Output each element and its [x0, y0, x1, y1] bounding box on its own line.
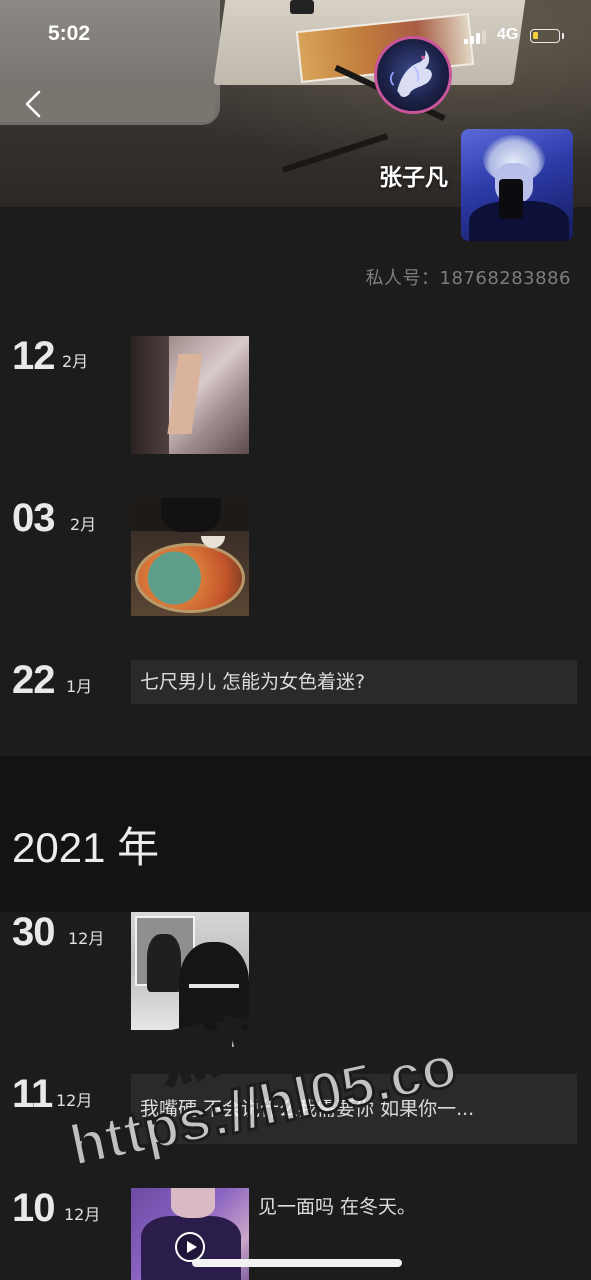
back-button[interactable]: [18, 86, 50, 122]
year-header: 2021 年: [12, 824, 160, 871]
dragon-emblem-icon: [389, 50, 432, 97]
entry-day: 12: [12, 334, 55, 378]
entry-day: 11: [12, 1072, 53, 1116]
video-caption[interactable]: 见一面吗 在冬天。: [258, 1192, 416, 1219]
chevron-left-icon: [25, 90, 41, 118]
profile-name[interactable]: 张子凡: [379, 158, 448, 192]
mirror-selfie-photo[interactable]: [131, 912, 249, 1030]
entry-month: 1月: [66, 677, 93, 696]
battery-fill: [533, 32, 538, 39]
entry-day: 10: [12, 1186, 55, 1230]
entry-day: 03: [12, 496, 55, 540]
hotpot-photo[interactable]: [131, 498, 249, 616]
entry-day: 22: [12, 658, 55, 702]
moments-profile-screen: 5:02 4G 张子凡 私人号：18768283886 12 2月 03 2月 …: [0, 0, 591, 1280]
text-post[interactable]: 我嘴硬 不会说什么我需要你 如果你一...: [131, 1074, 577, 1144]
entry-month: 12月: [56, 1091, 93, 1110]
entry-month: 12月: [68, 929, 105, 948]
battery-icon: [530, 29, 564, 43]
shirt-photo[interactable]: [131, 336, 249, 454]
cover-phone: [290, 0, 314, 14]
badge-avatar[interactable]: [374, 36, 452, 114]
status-time: 5:02: [48, 22, 91, 45]
entry-month: 2月: [62, 352, 89, 371]
play-icon[interactable]: [175, 1232, 205, 1262]
signal-icon: [464, 30, 486, 44]
private-number: 私人号：18768283886: [365, 268, 571, 289]
entry-month: 12月: [64, 1205, 101, 1224]
cover-table-leg: [281, 133, 389, 173]
status-bar: 5:02 4G: [0, 20, 591, 54]
profile-avatar[interactable]: [461, 129, 573, 241]
text-post[interactable]: 七尺男儿 怎能为女色着迷?: [131, 660, 577, 704]
home-indicator[interactable]: [192, 1259, 402, 1267]
entry-month: 2月: [70, 515, 97, 534]
network-label: 4G: [497, 26, 519, 43]
entry-day: 30: [12, 910, 55, 954]
